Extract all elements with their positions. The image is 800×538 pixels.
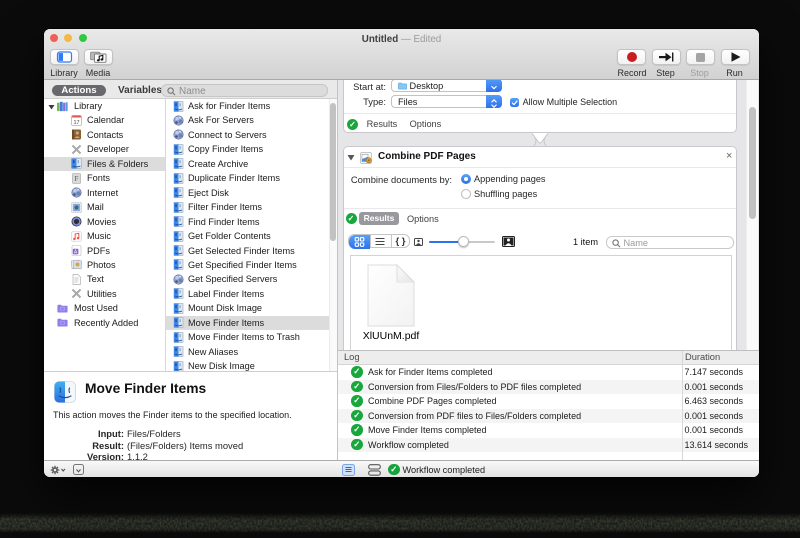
svg-text:17: 17 <box>73 120 79 126</box>
svg-text:F: F <box>75 175 79 183</box>
